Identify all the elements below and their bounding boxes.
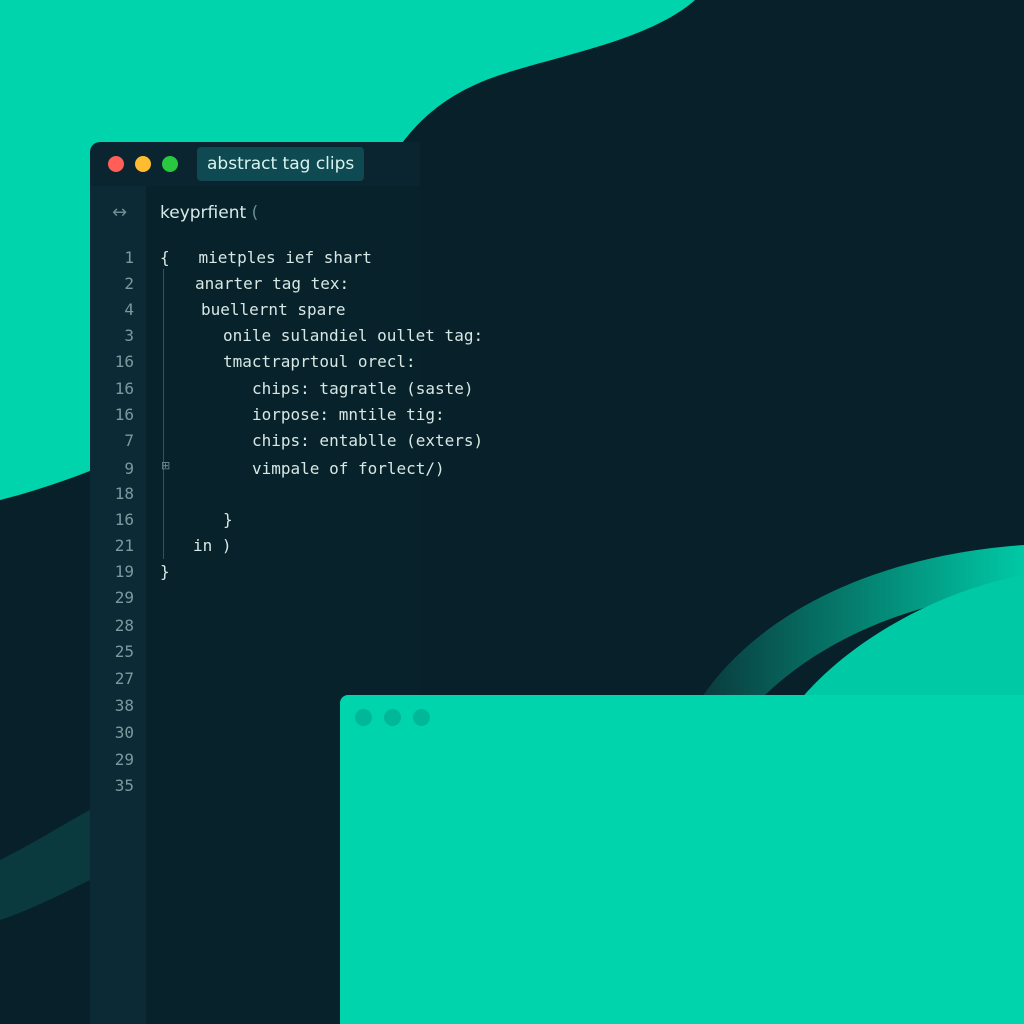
- teal-window: [340, 695, 1024, 1024]
- file-label-text: keyprfient: [160, 203, 247, 223]
- code-line[interactable]: iorpose: mntile tig:: [252, 405, 445, 424]
- file-label-bracket: (: [251, 203, 259, 223]
- line-number: 16: [114, 405, 134, 424]
- close-window-button[interactable]: [108, 156, 124, 172]
- line-number: 2: [124, 274, 134, 293]
- file-label: keyprfient (: [160, 203, 258, 223]
- line-number: 16: [114, 379, 134, 398]
- editor-titlebar: abstract tag clips: [90, 142, 420, 186]
- line-number: 30: [114, 723, 134, 742]
- teal-window-dot-2[interactable]: [384, 709, 401, 726]
- line-number: 18: [114, 484, 134, 503]
- line-number: 35: [114, 776, 134, 795]
- line-number: 29: [114, 588, 134, 607]
- code-line[interactable]: }: [160, 562, 170, 581]
- code-line[interactable]: }: [223, 510, 233, 529]
- line-number: 16: [114, 352, 134, 371]
- line-number: 38: [114, 696, 134, 715]
- line-number: 29: [114, 750, 134, 769]
- line-number: 9: [124, 459, 134, 478]
- minimize-window-button[interactable]: [135, 156, 151, 172]
- code-line[interactable]: tmactraprtoul orecl:: [223, 352, 416, 371]
- editor-tab-title[interactable]: abstract tag clips: [197, 147, 365, 181]
- fold-marker-icon[interactable]: ⊞: [161, 459, 170, 472]
- maximize-window-button[interactable]: [162, 156, 178, 172]
- line-number: 27: [114, 669, 134, 688]
- line-number: 7: [124, 431, 134, 450]
- code-line[interactable]: onile sulandiel oullet tag:: [223, 326, 483, 345]
- indent-guide: [163, 269, 164, 559]
- line-number: 1: [124, 248, 134, 267]
- teal-window-dot-1[interactable]: [355, 709, 372, 726]
- line-number: 25: [114, 642, 134, 661]
- code-line[interactable]: anarter tag tex:: [195, 274, 349, 293]
- expand-arrows-icon[interactable]: ↔: [112, 202, 127, 223]
- code-line[interactable]: buellernt spare: [201, 300, 346, 319]
- line-number: 16: [114, 510, 134, 529]
- line-number: 4: [124, 300, 134, 319]
- line-number: 28: [114, 616, 134, 635]
- code-line[interactable]: chips: tagratle (saste): [252, 379, 474, 398]
- code-line[interactable]: vimpale of forlect/): [252, 459, 445, 478]
- code-line[interactable]: in ): [193, 536, 232, 555]
- teal-window-dot-3[interactable]: [413, 709, 430, 726]
- code-line[interactable]: chips: entablle (exters): [252, 431, 483, 450]
- line-number: 3: [124, 326, 134, 345]
- code-line[interactable]: { mietples ief shart: [160, 248, 372, 267]
- line-number: 21: [114, 536, 134, 555]
- line-number: 19: [114, 562, 134, 581]
